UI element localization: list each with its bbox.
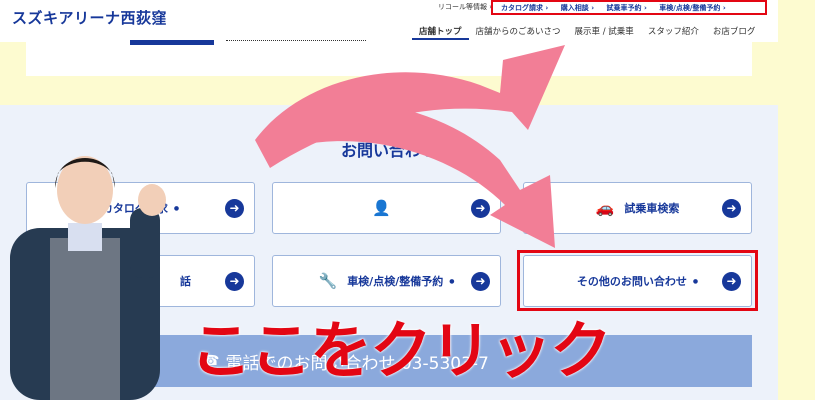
shirt-collar	[68, 223, 102, 251]
site-header: スズキアリーナ西荻窪 リコール等情報 › カタログ請求 › 購入相談 › 試乗車…	[0, 0, 778, 42]
test-drive-link[interactable]: 試乗車予約 ›	[607, 4, 647, 12]
vest	[50, 238, 120, 400]
nav-greeting[interactable]: 店舗からのごあいさつ	[469, 22, 568, 40]
nav-store-top[interactable]: 店舗トップ	[412, 22, 469, 40]
recall-link[interactable]: リコール等情報 ›	[438, 2, 492, 14]
hand	[138, 184, 166, 216]
click-here-overlay: ここをクリック	[190, 314, 612, 387]
arrow-right-icon: ➜	[225, 199, 244, 218]
arrow-right-icon: ➜	[471, 199, 490, 218]
arrow-right-icon: ➜	[471, 272, 490, 291]
wrench-icon: 🔧	[318, 272, 338, 290]
inspection-reserve-link[interactable]: 車検/点検/整備予約 ›	[659, 4, 725, 12]
staff-photo	[10, 156, 166, 400]
nav-blog[interactable]: お店ブログ	[706, 22, 763, 40]
catalog-request-link[interactable]: カタログ請求 ›	[501, 4, 548, 12]
dot-icon: ●	[449, 277, 455, 285]
store-nav: 店舗トップ 店舗からのごあいさつ 展示車 / 試乗車 スタッフ紹介 お店ブログ	[412, 22, 762, 40]
purchase-consult-link[interactable]: 購入相談 ›	[561, 4, 594, 12]
consultation-button[interactable]: 👤 ➜	[272, 182, 501, 234]
upper-content	[26, 40, 752, 76]
upper-tag	[130, 40, 214, 45]
utility-links: カタログ請求 › 購入相談 › 試乗車予約 › 車検/点検/整備予約 ›	[501, 3, 736, 13]
nav-staff[interactable]: スタッフ紹介	[641, 22, 706, 40]
nav-showroom[interactable]: 展示車 / 試乗車	[568, 22, 641, 40]
test-drive-search-button[interactable]: 🚗 試乗車検索 ➜	[523, 182, 752, 234]
upper-divider	[226, 40, 366, 44]
test-drive-label: 試乗車検索	[624, 202, 680, 215]
inspection-label: 車検/点検/整備予約	[347, 275, 444, 288]
consultation-icon: 👤	[372, 199, 391, 217]
arrow-right-icon: ➜	[722, 199, 741, 218]
brand-logo[interactable]: スズキアリーナ西荻窪	[12, 7, 167, 28]
arrow-right-icon: ➜	[225, 272, 244, 291]
raised-arm	[130, 208, 160, 278]
car-icon: 🚗	[595, 199, 615, 217]
